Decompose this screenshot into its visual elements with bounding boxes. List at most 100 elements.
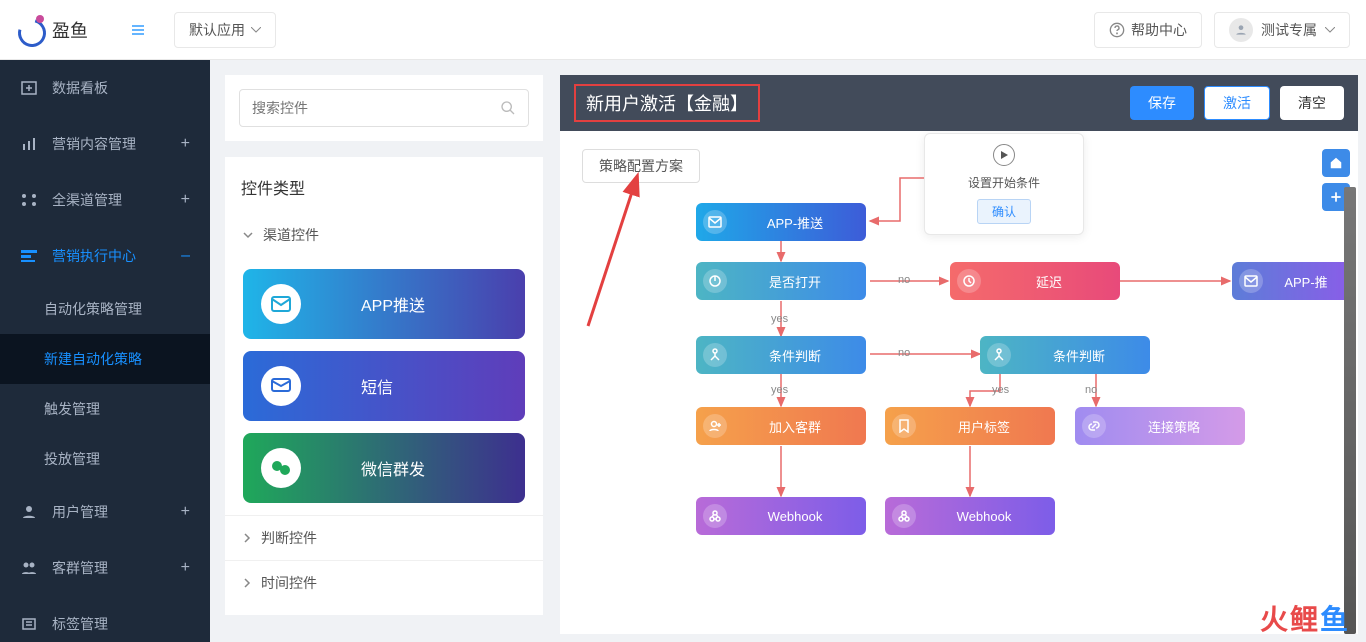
strategy-title: 新用户激活【金融】	[586, 94, 748, 114]
plus-icon: +	[181, 191, 190, 209]
node-link-strategy[interactable]: 连接策略	[1075, 407, 1245, 445]
nav-execution[interactable]: 营销执行中心 –	[0, 228, 210, 284]
chart-icon	[20, 137, 38, 151]
widget-wechat[interactable]: 微信群发	[243, 433, 525, 503]
webhook-icon	[703, 504, 727, 528]
nav-sub-trigger[interactable]: 触发管理	[0, 384, 210, 434]
search-input-wrap[interactable]	[239, 89, 529, 127]
node-delay[interactable]: 延迟	[950, 262, 1120, 300]
popover-text: 设置开始条件	[968, 174, 1040, 191]
node-app-push-2[interactable]: APP-推	[1232, 262, 1352, 300]
nav-dashboard[interactable]: 数据看板	[0, 60, 210, 116]
edge-label-no: no	[1085, 384, 1097, 396]
nav-label: 营销执行中心	[52, 246, 136, 266]
nav-sub-delivery[interactable]: 投放管理	[0, 434, 210, 484]
plus-icon: +	[181, 503, 190, 521]
user-plus-icon	[703, 414, 727, 438]
save-button[interactable]: 保存	[1130, 86, 1194, 120]
app-selector[interactable]: 默认应用	[174, 12, 276, 48]
chevron-right-icon	[243, 533, 251, 543]
branch-icon	[703, 343, 727, 367]
search-input[interactable]	[252, 100, 500, 116]
clock-icon	[957, 269, 981, 293]
strategy-title-highlight: 新用户激活【金融】	[574, 84, 760, 122]
sidebar: 数据看板 营销内容管理 + 全渠道管理 + 营销执行中心 – 自动化策略管理 新…	[0, 60, 210, 642]
nav-label: 标签管理	[52, 614, 108, 634]
nav-user[interactable]: 用户管理 +	[0, 484, 210, 540]
envelope-icon	[261, 284, 301, 324]
node-webhook-2[interactable]: Webhook	[885, 497, 1055, 535]
plus-icon: +	[181, 135, 190, 153]
question-icon	[1109, 22, 1125, 38]
branch-icon	[987, 343, 1011, 367]
logo: 盈鱼	[16, 15, 88, 45]
nav-label: 用户管理	[52, 502, 108, 522]
activate-button[interactable]: 激活	[1204, 86, 1270, 120]
nav-channel[interactable]: 全渠道管理 +	[0, 172, 210, 228]
user-menu[interactable]: 测试专属	[1214, 12, 1350, 48]
play-icon	[993, 144, 1015, 166]
vertical-scrollbar[interactable]	[1344, 187, 1356, 634]
link-icon	[1082, 414, 1106, 438]
bookmark-icon	[892, 414, 916, 438]
widget-panel: 控件类型 渠道控件 APP推送 短信 微信群发 判断控件 时间控件	[225, 75, 543, 634]
node-user-tag[interactable]: 用户标签	[885, 407, 1055, 445]
edge-label-no: no	[898, 274, 910, 286]
nav-label: 营销内容管理	[52, 134, 136, 154]
chevron-right-icon	[243, 578, 251, 588]
edge-label-yes: yes	[771, 384, 788, 396]
topbar: 盈鱼 默认应用 帮助中心 测试专属	[0, 0, 1366, 60]
node-open-check[interactable]: 是否打开	[696, 262, 866, 300]
canvas: 新用户激活【金融】 保存 激活 清空 策略配置方案 设置开始条件 确认	[560, 75, 1358, 634]
nav-label: 全渠道管理	[52, 190, 122, 210]
channel-icon	[20, 193, 38, 207]
section-time[interactable]: 时间控件	[225, 560, 543, 605]
watermark: 火鲤鱼	[1260, 598, 1350, 638]
nav-sub-policy-manage[interactable]: 自动化策略管理	[0, 284, 210, 334]
canvas-body[interactable]: 策略配置方案 设置开始条件 确认	[560, 131, 1358, 634]
envelope-icon	[703, 210, 727, 234]
popover-confirm-button[interactable]: 确认	[977, 199, 1031, 224]
logo-icon	[16, 15, 46, 45]
section-judge[interactable]: 判断控件	[225, 515, 543, 560]
node-condition-2[interactable]: 条件判断	[980, 336, 1150, 374]
start-condition-popover: 设置开始条件 确认	[924, 133, 1084, 235]
node-webhook-1[interactable]: Webhook	[696, 497, 866, 535]
dashboard-icon	[20, 81, 38, 95]
nav-label: 客群管理	[52, 558, 108, 578]
caret-down-icon	[251, 27, 261, 33]
widget-app-push[interactable]: APP推送	[243, 269, 525, 339]
menu-toggle-button[interactable]	[118, 10, 158, 50]
hamburger-icon	[130, 22, 146, 38]
edge-label-yes: yes	[771, 313, 788, 325]
nav-tag[interactable]: 标签管理	[0, 596, 210, 642]
nav-sub-new-policy[interactable]: 新建自动化策略	[0, 334, 210, 384]
wechat-icon	[261, 448, 301, 488]
help-button[interactable]: 帮助中心	[1094, 12, 1202, 48]
user-label: 测试专属	[1261, 20, 1317, 40]
node-condition-1[interactable]: 条件判断	[696, 336, 866, 374]
tag-icon	[20, 617, 38, 631]
clear-button[interactable]: 清空	[1280, 86, 1344, 120]
nav-group[interactable]: 客群管理 +	[0, 540, 210, 596]
plan-config-button[interactable]: 策略配置方案	[582, 149, 700, 183]
webhook-icon	[892, 504, 916, 528]
caret-down-icon	[1325, 27, 1335, 33]
widget-types-header: 控件类型	[225, 157, 543, 213]
edge-label-no: no	[898, 347, 910, 359]
nav-content[interactable]: 营销内容管理 +	[0, 116, 210, 172]
section-channel[interactable]: 渠道控件	[225, 213, 543, 257]
nav-label: 数据看板	[52, 78, 108, 98]
execution-icon	[20, 250, 38, 262]
canvas-header: 新用户激活【金融】 保存 激活 清空	[560, 75, 1358, 131]
widget-sms[interactable]: 短信	[243, 351, 525, 421]
annotation-arrow	[578, 171, 678, 331]
edge-label-yes: yes	[992, 384, 1009, 396]
power-icon	[703, 269, 727, 293]
envelope-icon	[1239, 269, 1263, 293]
node-app-push[interactable]: APP-推送	[696, 203, 866, 241]
message-icon	[261, 366, 301, 406]
home-button[interactable]	[1322, 149, 1350, 177]
brand-name: 盈鱼	[52, 17, 88, 43]
node-join-group[interactable]: 加入客群	[696, 407, 866, 445]
